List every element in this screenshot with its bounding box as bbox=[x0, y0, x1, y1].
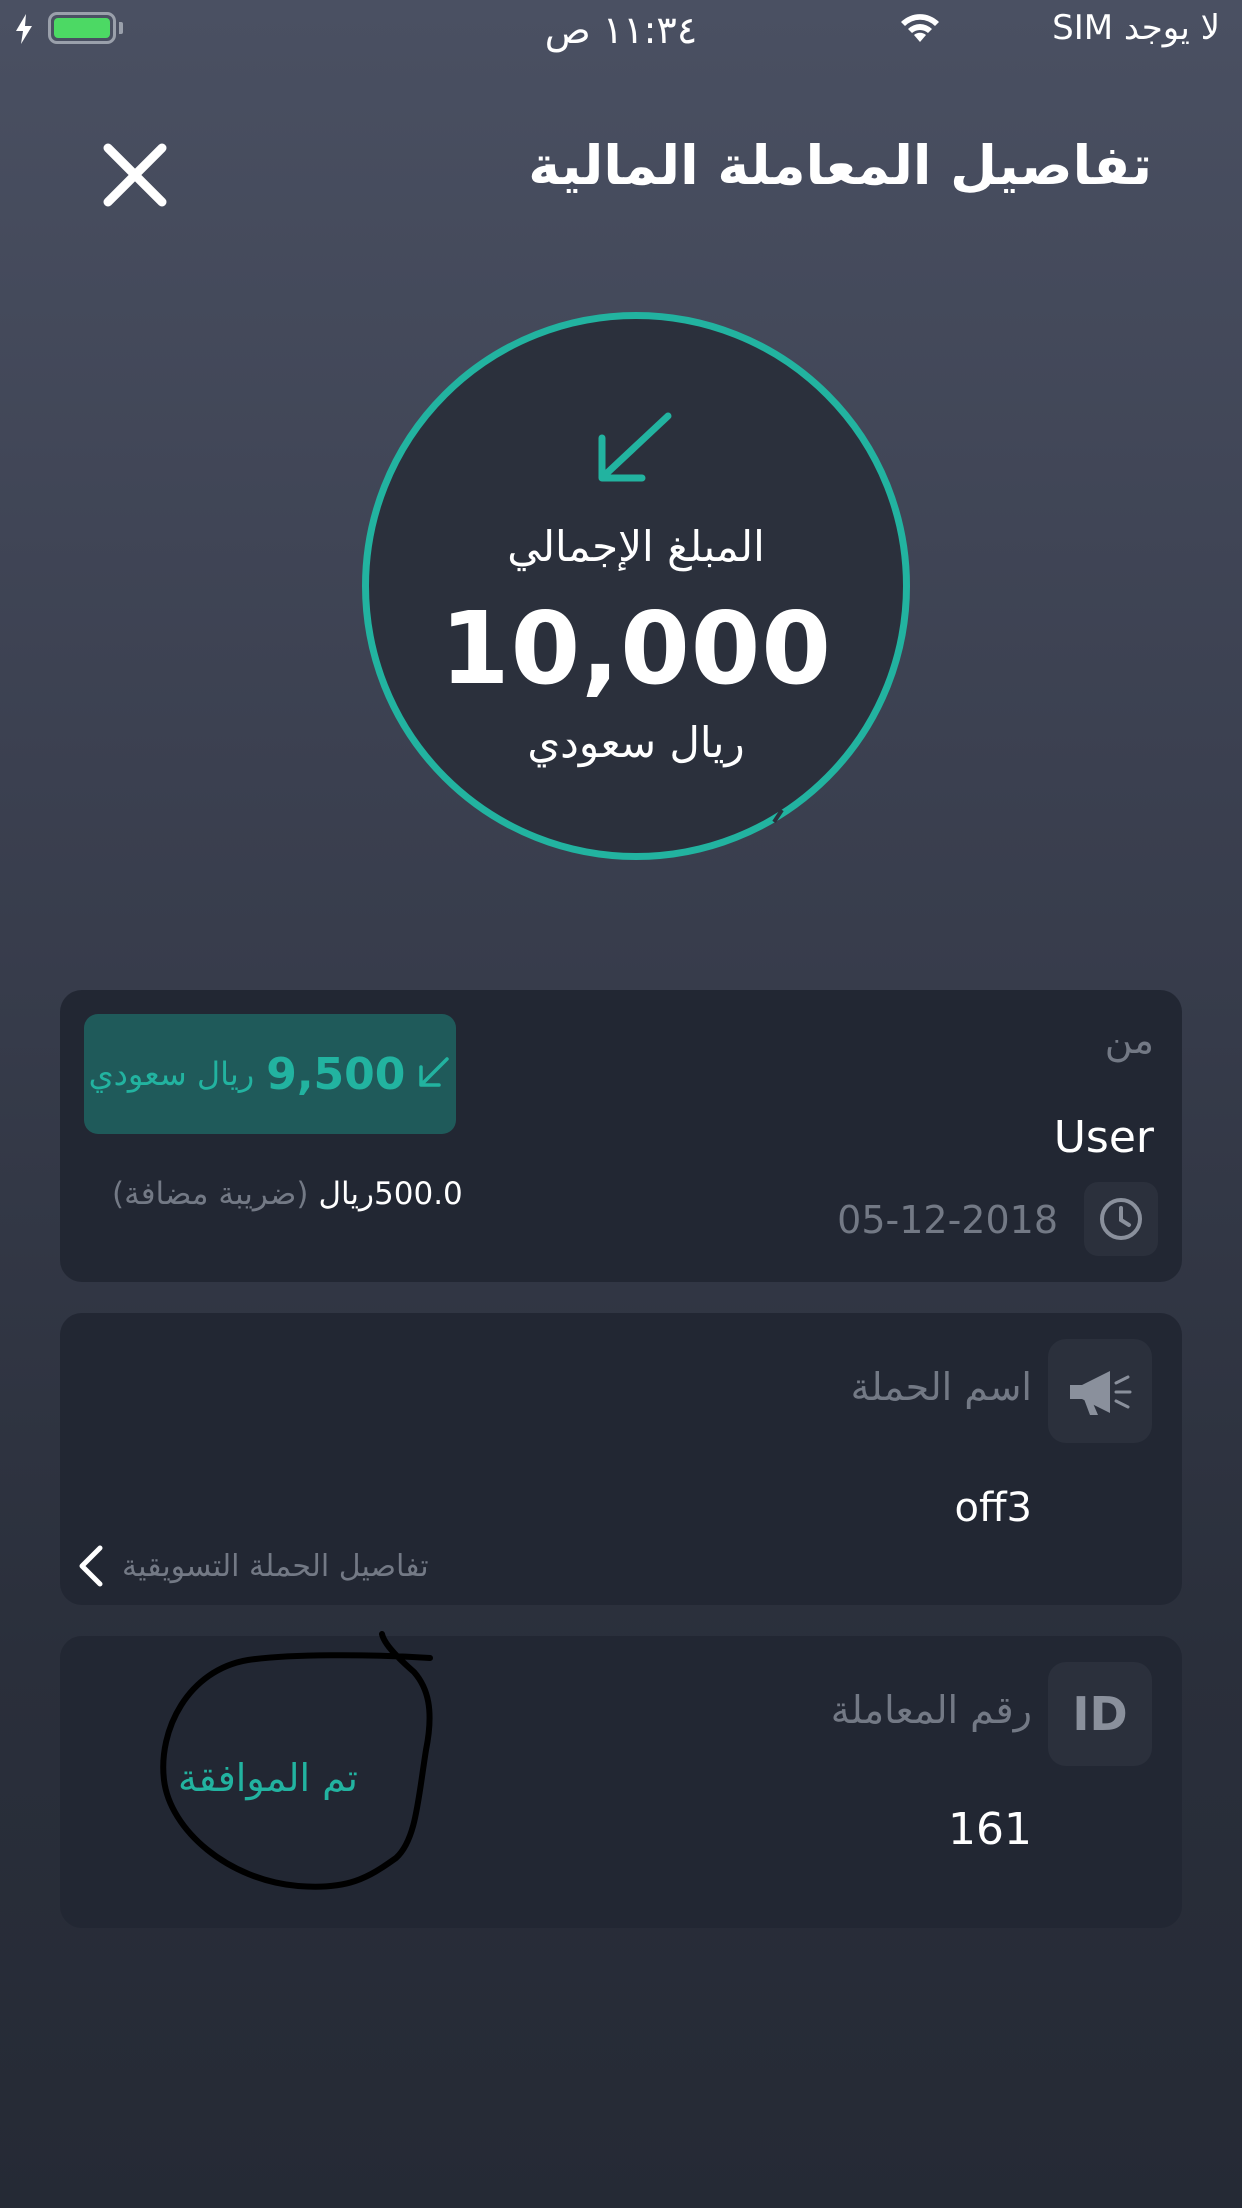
transaction-card: ID رقم المعاملة 161 تم الموافقة bbox=[60, 1631, 1182, 1928]
campaign-name-label: اسم الحملة bbox=[850, 1365, 1032, 1409]
clock-icon bbox=[1100, 1198, 1142, 1240]
transaction-number-value: 161 bbox=[948, 1804, 1032, 1855]
tax-value: 500.0ريال bbox=[318, 1176, 463, 1212]
id-icon-box: ID bbox=[1048, 1662, 1152, 1766]
close-button[interactable] bbox=[100, 140, 170, 210]
tax-row: 500.0ريال (ضريبة مضافة) bbox=[112, 1176, 463, 1212]
campaign-details-link-label: تفاصيل الحملة التسويقية bbox=[122, 1548, 429, 1584]
campaign-card: اسم الحملة off3 تفاصيل الحملة التسويقية bbox=[60, 1313, 1182, 1605]
incoming-arrow-small-icon bbox=[417, 1055, 451, 1093]
total-label: المبلغ الإجمالي bbox=[507, 522, 765, 571]
total-amount: 10,000 bbox=[440, 590, 832, 707]
badge-amount: 9,500 bbox=[266, 1048, 406, 1100]
incoming-arrow-icon bbox=[596, 408, 676, 492]
status-bar: ١١:٣٤ ص لا يوجد SIM bbox=[0, 0, 1242, 62]
tax-label: (ضريبة مضافة) bbox=[112, 1176, 309, 1212]
megaphone-icon bbox=[1070, 1371, 1132, 1415]
wifi-icon bbox=[898, 12, 942, 48]
transaction-date: 05-12-2018 bbox=[837, 1198, 1058, 1242]
page-title: تفاصيل المعاملة المالية bbox=[528, 134, 1152, 197]
from-label: من bbox=[1104, 1018, 1154, 1062]
close-icon bbox=[103, 143, 167, 207]
campaign-name-value: off3 bbox=[954, 1485, 1032, 1531]
badge-currency: ريال سعودي bbox=[88, 1055, 255, 1093]
campaign-icon-box bbox=[1048, 1339, 1152, 1443]
net-amount-badge: ريال سعودي 9,500 bbox=[84, 1014, 456, 1134]
campaign-details-link[interactable]: تفاصيل الحملة التسويقية bbox=[76, 1541, 429, 1591]
chevron-left-icon bbox=[79, 1545, 103, 1587]
transaction-number-label: رقم المعاملة bbox=[830, 1688, 1032, 1732]
date-icon-box bbox=[1084, 1182, 1158, 1256]
circle-tick-mark bbox=[772, 808, 784, 824]
carrier-text: لا يوجد SIM bbox=[1052, 8, 1220, 48]
id-badge-text: ID bbox=[1072, 1687, 1128, 1741]
total-currency: ريال سعودي bbox=[527, 718, 745, 767]
from-user-name: User bbox=[1053, 1112, 1154, 1163]
from-card: من User 05-12-2018 ريال سعودي 9,500 500.… bbox=[60, 990, 1182, 1282]
transaction-status: تم الموافقة bbox=[178, 1756, 358, 1800]
